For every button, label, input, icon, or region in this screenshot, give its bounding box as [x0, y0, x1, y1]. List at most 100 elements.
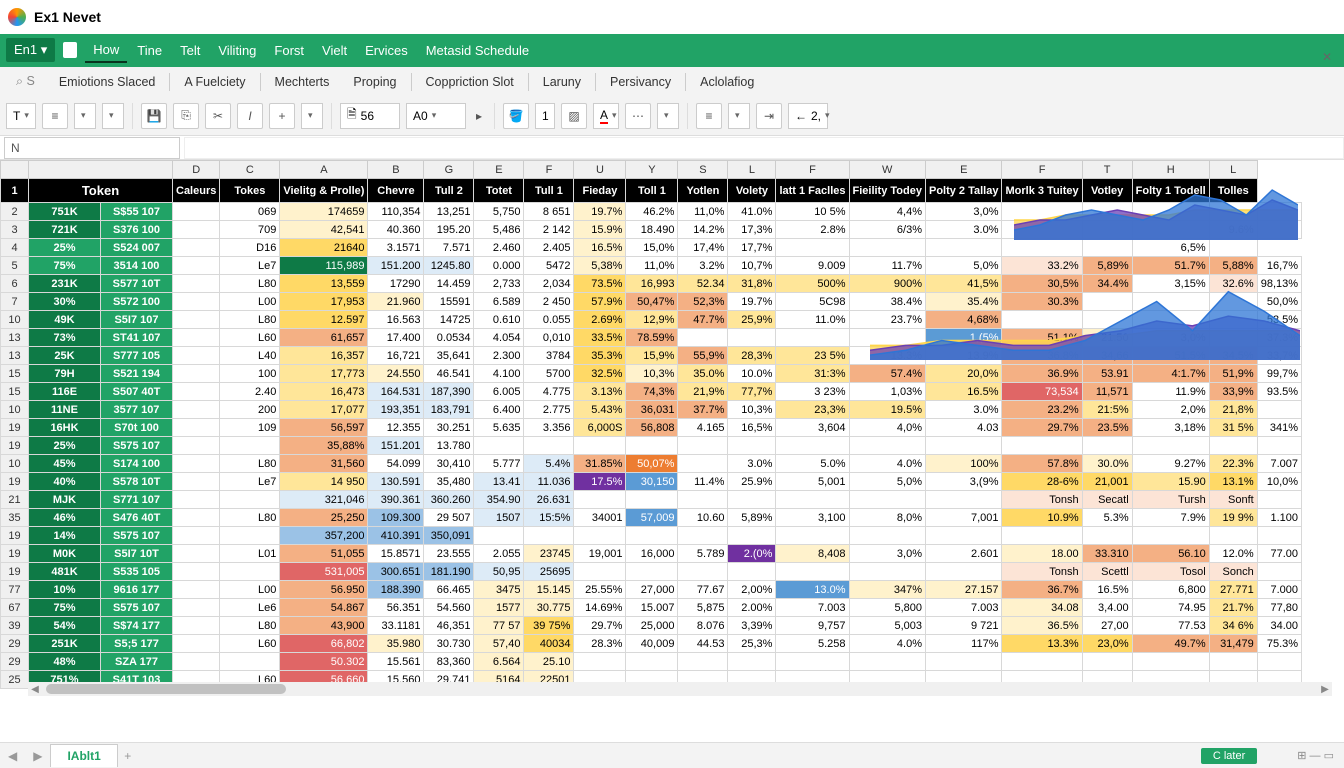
cell[interactable]: 4.100 [474, 365, 524, 383]
cell[interactable]: 2,0% [1132, 401, 1209, 419]
select-all-corner[interactable] [1, 161, 29, 179]
cell[interactable]: 74,3% [626, 383, 678, 401]
row-header[interactable]: 3 [1, 221, 29, 239]
cell[interactable] [925, 491, 1002, 509]
row-header[interactable]: 29 [1, 635, 29, 653]
cell[interactable]: 4,4% [849, 203, 925, 221]
cell[interactable]: 25695 [524, 563, 574, 581]
ribbon-tab-search[interactable]: ⌕ S [6, 69, 45, 94]
cell[interactable]: 10,7% [728, 257, 776, 275]
cell[interactable]: 7.571 [424, 239, 474, 257]
col-header[interactable]: C [220, 161, 280, 179]
cell[interactable]: 31.85% [574, 455, 626, 473]
cell[interactable]: 35.0% [678, 365, 728, 383]
cell[interactable]: S5I7 107 [101, 311, 173, 329]
cell[interactable]: 46.541 [424, 365, 474, 383]
cell[interactable] [1082, 653, 1132, 671]
col-header[interactable]: T [1082, 161, 1132, 179]
cell[interactable] [1209, 239, 1257, 257]
cell[interactable]: 1245.80 [424, 257, 474, 275]
cell[interactable]: Sonch [1209, 563, 1257, 581]
col-header[interactable]: A [280, 161, 368, 179]
cell[interactable]: 187,390 [424, 383, 474, 401]
cell[interactable] [1209, 203, 1257, 221]
cell[interactable] [1002, 221, 1082, 239]
row-header[interactable]: 10 [1, 401, 29, 419]
cell[interactable]: 23 5% [776, 347, 849, 365]
cell[interactable]: 47.7% [678, 311, 728, 329]
cell[interactable]: 5.635 [474, 419, 524, 437]
cell[interactable]: S572 100 [101, 293, 173, 311]
cell[interactable]: 54.867 [280, 599, 368, 617]
cell[interactable]: S575 107 [101, 437, 173, 455]
cell[interactable]: 5472 [524, 257, 574, 275]
cell[interactable] [728, 563, 776, 581]
cell[interactable]: 17,773 [280, 365, 368, 383]
cell[interactable]: 17.400 [368, 329, 424, 347]
cell[interactable]: 116E [29, 383, 101, 401]
cell[interactable]: 2.460 [474, 239, 524, 257]
cell[interactable]: 36.8% [1002, 347, 1082, 365]
cell[interactable]: 37.7% [678, 401, 728, 419]
cell[interactable]: 357,200 [280, 527, 368, 545]
row-header[interactable]: 35 [1, 509, 29, 527]
cell[interactable]: 709 [220, 221, 280, 239]
dropdown-1[interactable]: ▾ [74, 103, 96, 129]
cell[interactable]: 6.005 [474, 383, 524, 401]
cell[interactable] [1257, 653, 1301, 671]
cell[interactable]: 0,010 [524, 329, 574, 347]
cell[interactable]: S777 105 [101, 347, 173, 365]
cell[interactable]: Tonsh [1002, 563, 1082, 581]
cell[interactable]: 15.007 [626, 599, 678, 617]
cell[interactable]: 36.7% [1002, 581, 1082, 599]
cell[interactable] [728, 653, 776, 671]
cell[interactable]: 531,005 [280, 563, 368, 581]
cell[interactable]: 29.7% [574, 617, 626, 635]
cell[interactable]: S507 40T [101, 383, 173, 401]
cell[interactable]: 5,88% [1209, 257, 1257, 275]
cell[interactable]: 5,001 [776, 473, 849, 491]
cell[interactable]: 14 950 [280, 473, 368, 491]
cell[interactable] [1257, 437, 1301, 455]
number-select[interactable]: 1 [535, 103, 555, 129]
save-button[interactable]: 💾 [141, 103, 167, 129]
right-num-select[interactable]: ← 2,▾ [788, 103, 828, 129]
cell[interactable]: 30,5% [1002, 275, 1082, 293]
align-left-button[interactable]: ≡ [42, 103, 68, 129]
cell[interactable]: 56,597 [280, 419, 368, 437]
cell[interactable]: 300.651 [368, 563, 424, 581]
cell[interactable]: S577 10T [101, 275, 173, 293]
cell[interactable]: 14.459 [424, 275, 474, 293]
cell[interactable]: 7.003 [925, 599, 1002, 617]
dropdown-3[interactable]: ▾ [301, 103, 323, 129]
cell[interactable]: 15.90 [1132, 473, 1209, 491]
cell[interactable]: 10,0% [1257, 473, 1301, 491]
cell[interactable]: 45% [29, 455, 101, 473]
cell[interactable] [925, 563, 1002, 581]
cell[interactable] [1002, 527, 1082, 545]
col-header[interactable]: H [1132, 161, 1209, 179]
menu-viliting[interactable]: Viliting [210, 39, 264, 62]
cell[interactable]: 11.7% [849, 257, 925, 275]
cell[interactable]: 73.5% [574, 275, 626, 293]
cell[interactable]: 35,480 [424, 473, 474, 491]
cell[interactable]: 350,091 [424, 527, 474, 545]
cell[interactable]: 34.00 [1257, 617, 1301, 635]
cell[interactable]: 35,88% [280, 437, 368, 455]
cell[interactable]: 30,410 [424, 455, 474, 473]
cell[interactable]: 40034 [524, 635, 574, 653]
cell[interactable]: 5,800 [849, 599, 925, 617]
cell[interactable] [173, 653, 220, 671]
indent-button[interactable]: ⇥ [756, 103, 782, 129]
cell[interactable]: 100% [925, 455, 1002, 473]
cell[interactable]: 14% [29, 527, 101, 545]
cell[interactable]: 36.9% [1002, 365, 1082, 383]
cell[interactable]: 21.7% [1209, 599, 1257, 617]
cell[interactable]: 53.5% [1257, 311, 1301, 329]
cell[interactable]: 1,03% [849, 383, 925, 401]
cell[interactable]: 48% [29, 653, 101, 671]
cell[interactable]: 3475 [474, 581, 524, 599]
cell[interactable]: 39 75% [524, 617, 574, 635]
cell[interactable]: S575 107 [101, 527, 173, 545]
cell[interactable]: 8.076 [678, 617, 728, 635]
